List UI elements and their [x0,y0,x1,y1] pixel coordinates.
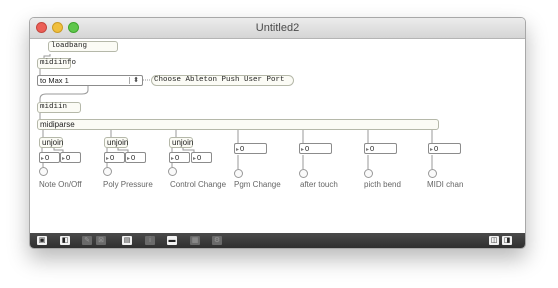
edit-icon[interactable]: ✎ [82,236,92,245]
toggle[interactable] [234,169,243,178]
window-title: Untitled2 [255,22,300,34]
output-label: Note On/Off [39,180,82,189]
number-box[interactable]: ▸0 [364,143,397,154]
patcher-window: Untitled2 loadbang midiinfo to Max 1 ⬍ C… [29,17,526,249]
comment-object[interactable]: Choose Ableton Push User Port [151,75,294,86]
number-box[interactable]: ▸0 [104,152,125,163]
toggle[interactable] [103,167,112,176]
grid-icon[interactable]: ⊠ [96,236,106,245]
midiparse-object[interactable]: midiparse [37,119,439,130]
unjoin-object[interactable]: unjoin [169,137,193,148]
number-box[interactable]: ▸0 [60,152,81,163]
number-box[interactable]: ▸0 [428,143,461,154]
number-box[interactable]: ▸0 [191,152,212,163]
output-label: Control Change [170,180,227,189]
port-select-value: to Max 1 [40,76,69,85]
toggle[interactable] [168,167,177,176]
midiinfo-object[interactable]: midiinfo [37,58,76,69]
info-icon[interactable]: i [145,236,155,245]
lock-icon[interactable]: ▣ [37,236,47,245]
number-box[interactable]: ▸0 [169,152,190,163]
split-right-icon[interactable]: ◨ [502,236,512,245]
dropdown-divider [129,77,130,84]
loadbang-object[interactable]: loadbang [48,41,118,52]
patcher-canvas[interactable]: loadbang midiinfo to Max 1 ⬍ Choose Able… [30,39,525,233]
table-icon[interactable]: ▦ [190,236,200,245]
debug-icon[interactable]: ⚙ [212,236,222,245]
number-box[interactable]: ▸0 [299,143,332,154]
title-bar: Untitled2 [30,18,525,39]
toggle[interactable] [428,169,437,178]
patch-cords [39,54,433,169]
unjoin-object[interactable]: unjoin [104,137,128,148]
output-label: MIDI chan [427,180,464,189]
output-label: Poly Pressure [103,180,153,189]
split-left-icon[interactable]: ◫ [489,236,499,245]
port-select-menu[interactable]: to Max 1 ⬍ [37,75,143,86]
number-box[interactable]: ▸0 [39,152,60,163]
inspector-icon[interactable]: ▤ [122,236,132,245]
output-label: after touch [300,180,338,189]
toggle[interactable] [39,167,48,176]
patcher-icon[interactable]: ▬ [167,236,177,245]
output-label: Pgm Change [234,180,281,189]
presentation-icon[interactable]: ◧ [60,236,70,245]
toggle[interactable] [299,169,308,178]
patcher-toolbar: ▣ ◧ ✎ ⊠ ▤ i ▬ ▦ ⚙ ◫ ◨ [30,233,525,248]
up-down-arrows-icon: ⬍ [133,77,139,84]
unjoin-object[interactable]: unjoin [39,137,63,148]
midiin-object[interactable]: midiin [37,102,81,113]
toggle[interactable] [364,169,373,178]
number-box[interactable]: ▸0 [234,143,267,154]
output-label: picth bend [364,180,401,189]
number-box[interactable]: ▸0 [125,152,146,163]
